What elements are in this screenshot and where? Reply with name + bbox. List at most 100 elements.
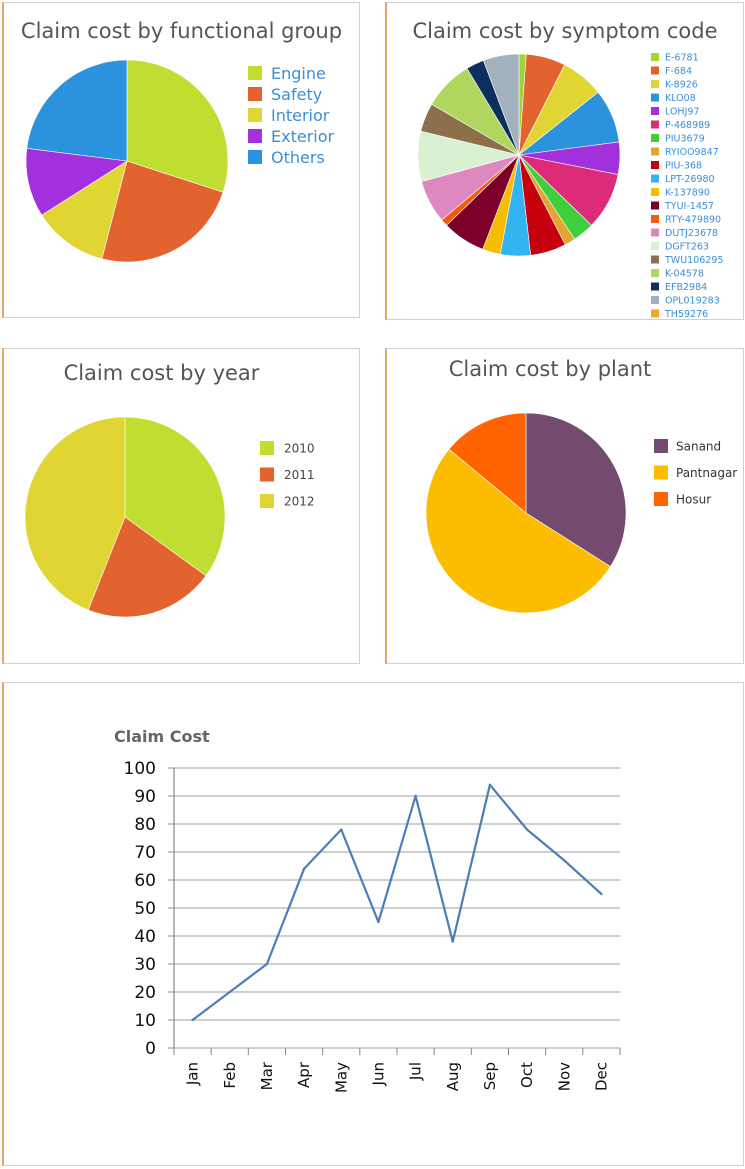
legend-label-lpt-26980: LPT-26980: [665, 174, 715, 185]
legend-label-2011: 2011: [284, 468, 315, 482]
legend-label-safety: Safety: [271, 85, 322, 104]
legend-swatch-piu-368: [651, 161, 659, 169]
data-point-may: [340, 828, 343, 831]
legend-swatch-safety: [248, 87, 262, 101]
x-tick-label-jan: Jan: [184, 1062, 202, 1086]
monthly-claim-cost-chart-panel: Claim Cost 0 10 20 30 40 50 60 70 80 90 100 Jan Feb Ma…: [2, 682, 744, 1166]
pie-slice-others: [26, 59, 128, 162]
legend-label-efb2984: EFB2984: [665, 282, 707, 293]
legend-swatch-f-684: [651, 66, 659, 75]
data-point-jan: [191, 1018, 194, 1022]
legend-swatch-exterior: [248, 129, 262, 143]
data-point-sep: [488, 783, 492, 786]
monthly-claim-cost-line-chart: Claim Cost 0 10 20 30 40 50 60 70 80 90 100 Jan Feb Ma…: [114, 727, 621, 1093]
legend-label-k-8926: K-8926: [665, 79, 698, 90]
legend-swatch-dgft263: [651, 242, 659, 250]
legend-swatch-rty-479890: [651, 215, 659, 223]
functional-group-pie-chart: Engine Safety Interior Exterior Others: [25, 59, 335, 263]
legend-swatch-piu3679: [651, 134, 659, 142]
legend-swatch-k-137890: [651, 188, 659, 196]
legend-swatch-interior: [248, 108, 262, 122]
y-tick-label: 80: [134, 815, 156, 835]
legend-swatch-2012: [260, 494, 274, 508]
x-tick-label-jul: Jul: [407, 1062, 425, 1081]
legend-label-interior: Interior: [271, 106, 330, 125]
legend-label-dgft263: DGFT263: [665, 241, 709, 252]
legend-swatch-klo08: [651, 93, 659, 102]
data-point-feb: [228, 990, 231, 994]
plant-chart-panel: Claim cost by plant Sanand Pantnagar Hosur: [385, 348, 744, 664]
legend-swatch-opl019283: [651, 296, 659, 304]
x-tick-label-sep: Sep: [481, 1062, 499, 1090]
legend-label-k-137890: K-137890: [665, 187, 710, 198]
legend-label-th59276: TH59276: [664, 309, 708, 320]
legend-swatch-p-468989: [651, 120, 659, 129]
legend-swatch-2011: [260, 467, 274, 482]
x-tick-label-nov: Nov: [555, 1062, 573, 1091]
legend-label-opl019283: OPL019283: [665, 295, 720, 306]
y-tick-label: 60: [134, 871, 156, 891]
legend-swatch-ryioo9847: [651, 147, 659, 156]
legend-label-ryioo9847: RYIOO9847: [665, 147, 719, 158]
legend-label-piu3679: PIU3679: [665, 133, 705, 144]
data-point-jul: [414, 794, 417, 798]
legend-swatch-dutj23678: [651, 228, 659, 237]
legend-label-2012: 2012: [284, 494, 315, 508]
legend-swatch-sanand: [654, 439, 668, 453]
legend-swatch-others: [248, 150, 262, 164]
symptom-code-pie-chart: E-6781 F-684 K-8926 KLO08 LOHJ97 P-468989 PIU3…: [417, 52, 723, 320]
y-tick-label: 70: [134, 843, 156, 863]
legend-label-2010: 2010: [284, 441, 315, 455]
year-pie-chart: 2010 2011 2012: [24, 416, 315, 618]
data-point-oct: [525, 828, 529, 831]
legend-swatch-hosur: [654, 492, 668, 506]
legend-label-rty-479890: RTY-479890: [665, 214, 721, 225]
year-chart-panel: Claim cost by year 2010 2011 2012: [2, 348, 360, 664]
legend-label-pantnagar: Pantnagar: [676, 466, 737, 480]
x-tick-label-apr: Apr: [295, 1061, 313, 1088]
legend-label-e-6781: E-6781: [665, 52, 699, 63]
data-point-jun: [377, 920, 380, 924]
legend-label-f-684: F-684: [665, 66, 692, 77]
data-point-nov: [563, 859, 566, 862]
data-point-dec: [600, 892, 603, 896]
legend-label-p-468989: P-468989: [665, 120, 710, 131]
legend-swatch-k-04578: [651, 269, 659, 277]
legend-label-tyui-1457: TYUI-1457: [664, 201, 714, 212]
functional-group-chart-panel: Claim cost by functional group Engine Saf…: [2, 2, 360, 318]
x-tick-label-aug: Aug: [444, 1062, 462, 1091]
series-line-0: [191, 783, 603, 1022]
y-tick-label: 90: [134, 787, 156, 807]
legend-swatch-engine: [248, 66, 262, 80]
legend-label-klo08: KLO08: [665, 93, 696, 104]
legend-swatch-k-8926: [651, 80, 659, 88]
plant-pie-chart: Sanand Pantnagar Hosur: [425, 412, 737, 614]
y-tick-label: 100: [124, 759, 156, 779]
chart-title: Claim Cost: [114, 727, 210, 746]
legend-label-engine: Engine: [271, 64, 326, 83]
x-tick-label-dec: Dec: [592, 1062, 610, 1091]
data-point-apr: [302, 867, 306, 870]
legend-label-lohj97: LOHJ97: [665, 106, 699, 117]
legend-label-sanand: Sanand: [676, 439, 721, 453]
legend-label-others: Others: [271, 148, 325, 167]
legend-swatch-twu106295: [651, 255, 659, 264]
legend-label-piu-368: PIU-368: [665, 160, 702, 171]
legend-swatch-lpt-26980: [651, 174, 659, 183]
x-tick-label-mar: Mar: [258, 1061, 276, 1090]
y-tick-label: 40: [134, 927, 156, 947]
legend-swatch-pantnagar: [654, 465, 668, 480]
data-point-aug: [451, 940, 454, 943]
x-tick-label-jun: Jun: [369, 1062, 387, 1086]
legend-label-dutj23678: DUTJ23678: [665, 228, 718, 239]
legend-swatch-th59276: [651, 309, 659, 318]
legend-swatch-2010: [260, 441, 274, 455]
legend-swatch-tyui-1457: [651, 201, 659, 210]
legend-label-k-04578: K-04578: [665, 268, 704, 279]
legend-label-twu106295: TWU106295: [664, 255, 723, 266]
y-tick-label: 50: [134, 899, 156, 919]
x-tick-label-oct: Oct: [518, 1062, 536, 1088]
y-tick-label: 30: [134, 955, 156, 975]
data-point-mar: [265, 962, 269, 966]
y-tick-label: 20: [134, 983, 156, 1003]
